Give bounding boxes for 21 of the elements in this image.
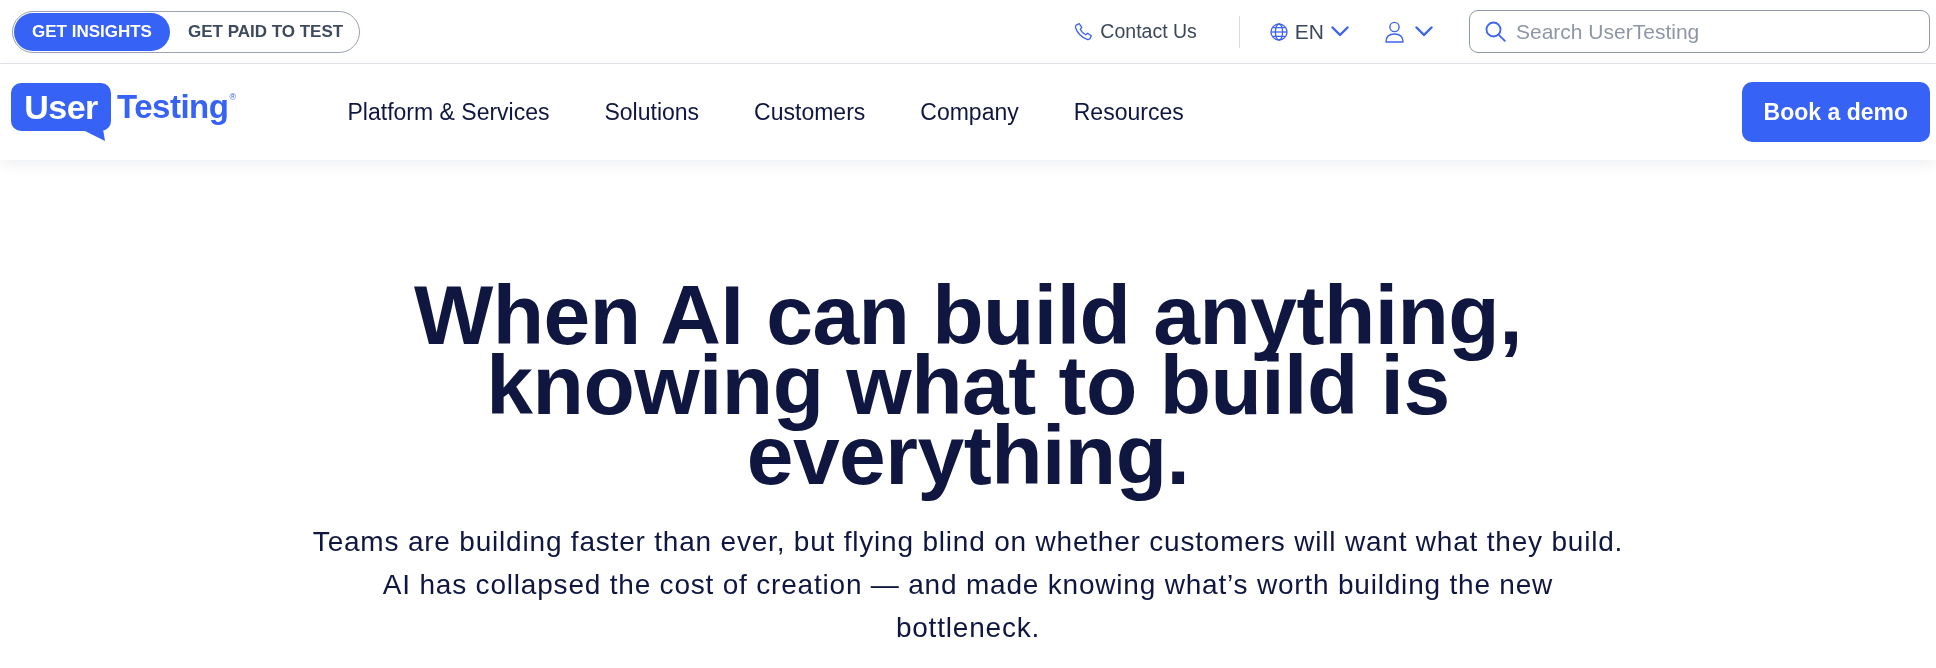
search-field[interactable]: Search UserTesting (1469, 10, 1930, 53)
nav-link[interactable]: Solutions (604, 98, 700, 126)
hero-description: Teams are building faster than ever, but flying blind on whether customers will want what they build. AI has collapsed the cost of creation — and made knowing what’s worth building the new bottleneck. (312, 525, 1624, 645)
nav-link[interactable]: Customers (754, 98, 866, 126)
hero-heading: When AI can build anything, knowing what to build is everything. (413, 270, 1523, 504)
contact-link[interactable]: Contact Us (1074, 20, 1197, 43)
search-icon (1485, 21, 1506, 42)
phone-icon (1074, 22, 1094, 41)
book-demo-button[interactable]: Book a demo (1741, 82, 1930, 142)
nav-link[interactable]: Resources (1073, 98, 1184, 126)
language-selector[interactable]: EN (1269, 19, 1349, 44)
globe-icon (1269, 22, 1288, 41)
chevron-down-icon (1415, 26, 1433, 37)
nav-link[interactable]: Platform & Services (347, 98, 550, 126)
nav-link[interactable]: Company (920, 98, 1019, 126)
logo-wordmark[interactable]: Testing$^{®}$ (117, 83, 236, 131)
audience-tab[interactable]: GET INSIGHTS (14, 12, 170, 51)
user-icon (1385, 20, 1404, 43)
account-menu-button[interactable] (1385, 20, 1433, 43)
audience-tab[interactable]: GET PAID TO TEST (169, 12, 362, 51)
chevron-down-icon (1331, 26, 1349, 37)
